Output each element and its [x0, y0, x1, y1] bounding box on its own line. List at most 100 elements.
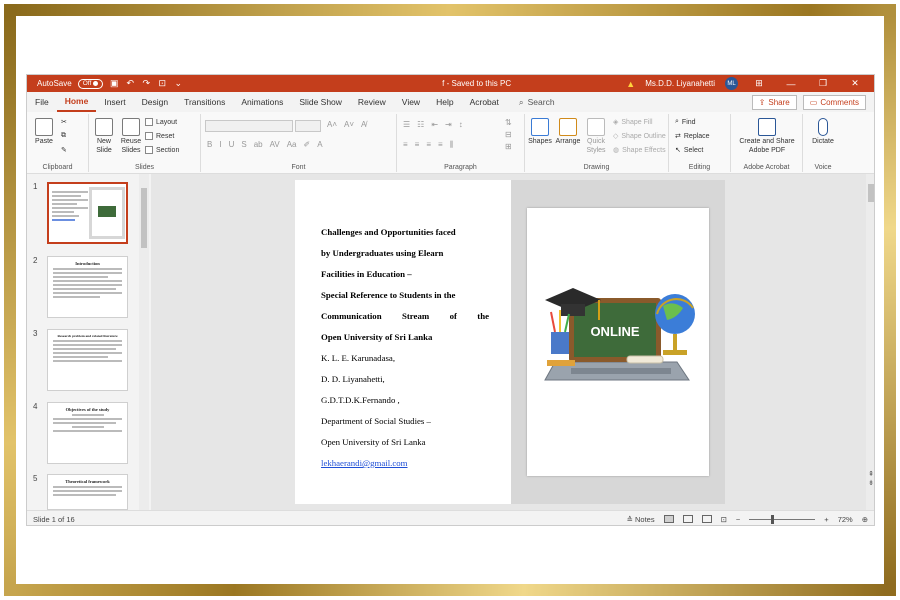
- slide-title-line: Communication Stream of the: [321, 311, 489, 321]
- shadow-icon[interactable]: ab: [254, 140, 263, 149]
- slide-sorter-icon[interactable]: [682, 515, 693, 523]
- redo-icon[interactable]: ↷: [141, 78, 151, 89]
- clear-format-icon[interactable]: A̸: [361, 120, 366, 129]
- line-spacing-icon[interactable]: ↕: [459, 120, 463, 129]
- restore-icon[interactable]: ❐: [812, 78, 834, 89]
- slide-thumbnail-4[interactable]: Objectives of the study: [47, 402, 128, 464]
- reading-view-icon[interactable]: [701, 515, 712, 523]
- search-box[interactable]: ⌕ Search: [519, 97, 555, 108]
- dictate-button[interactable]: Dictate: [807, 118, 839, 146]
- font-size-combo[interactable]: [295, 120, 321, 132]
- slide-text-box[interactable]: Challenges and Opportunities faced by Un…: [321, 222, 489, 474]
- reset-button[interactable]: Reset: [145, 132, 174, 140]
- underline-icon[interactable]: U: [229, 140, 235, 149]
- shape-fill-button[interactable]: ◈ Shape Fill: [613, 118, 653, 127]
- slide-thumbnail-1[interactable]: [47, 182, 128, 244]
- smartart-icon[interactable]: ⊞: [505, 142, 512, 151]
- tab-insert[interactable]: Insert: [96, 92, 133, 112]
- tab-home[interactable]: Home: [56, 92, 97, 112]
- grow-font-icon[interactable]: A˄: [327, 120, 337, 129]
- bold-icon[interactable]: B: [207, 140, 212, 149]
- arrange-button[interactable]: Arrange: [555, 118, 581, 146]
- comments-button[interactable]: ▭ Comments: [802, 94, 866, 110]
- thumbnail-scrollbar[interactable]: [139, 174, 149, 510]
- font-name-combo[interactable]: [205, 120, 293, 132]
- fit-slide-icon[interactable]: ⊕: [862, 515, 868, 524]
- tab-help[interactable]: Help: [428, 92, 461, 112]
- align-left-icon[interactable]: ≡: [403, 140, 408, 150]
- save-icon[interactable]: ▣: [109, 78, 119, 89]
- online-learning-image[interactable]: ONLINE: [527, 208, 709, 476]
- increase-indent-icon[interactable]: ⇥: [445, 120, 452, 129]
- align-center-icon[interactable]: ≡: [415, 140, 420, 150]
- undo-icon[interactable]: ↶: [125, 78, 135, 89]
- reuse-slides-button[interactable]: Reuse Slides: [119, 118, 143, 155]
- tab-view[interactable]: View: [394, 92, 428, 112]
- tab-review[interactable]: Review: [350, 92, 394, 112]
- tab-acrobat[interactable]: Acrobat: [462, 92, 507, 112]
- tab-design[interactable]: Design: [134, 92, 176, 112]
- present-icon[interactable]: ⊡: [157, 78, 167, 89]
- cut-icon[interactable]: ✂: [61, 118, 67, 126]
- highlight-icon[interactable]: ✐: [303, 140, 310, 149]
- slide-thumbnail-2[interactable]: Introduction: [47, 256, 128, 318]
- tab-transitions[interactable]: Transitions: [176, 92, 233, 112]
- previous-slide-icon[interactable]: ⇞: [868, 470, 874, 479]
- notes-button[interactable]: ≙ Notes: [627, 515, 655, 524]
- paste-button[interactable]: Paste: [31, 118, 57, 146]
- justify-icon[interactable]: ≡: [438, 140, 443, 150]
- tab-slide-show[interactable]: Slide Show: [291, 92, 350, 112]
- shrink-font-icon[interactable]: A˅: [344, 120, 354, 129]
- tab-file[interactable]: File: [27, 92, 57, 112]
- create-pdf-button[interactable]: Create and Share Adobe PDF: [735, 118, 799, 155]
- slide-thumbnail-5[interactable]: Theoretical framework: [47, 474, 128, 510]
- shape-outline-button[interactable]: ◇ Shape Outline: [613, 132, 666, 141]
- bullets-icon[interactable]: ☰: [403, 120, 410, 129]
- minimize-icon[interactable]: —: [780, 79, 802, 89]
- thumbnail-scroll-thumb[interactable]: [141, 188, 147, 248]
- next-slide-icon[interactable]: ⇟: [868, 479, 874, 488]
- close-icon[interactable]: ✕: [844, 78, 866, 89]
- shape-effects-button[interactable]: ◍ Shape Effects: [613, 146, 666, 155]
- tab-animations[interactable]: Animations: [233, 92, 291, 112]
- share-button[interactable]: ⇪ Share: [751, 94, 797, 110]
- spacing-icon[interactable]: AV: [270, 140, 280, 149]
- customize-qat-icon[interactable]: ⌄: [173, 78, 183, 89]
- select-button[interactable]: ↖ Select: [675, 146, 703, 155]
- replace-button[interactable]: ⇄ Replace: [675, 132, 710, 141]
- numbering-icon[interactable]: ☷: [417, 120, 424, 129]
- text-direction-icon[interactable]: ⇅: [505, 118, 512, 127]
- slide-thumbnail-3[interactable]: Research problem and related literature: [47, 329, 128, 391]
- strikethrough-icon[interactable]: S: [241, 140, 246, 149]
- format-painter-icon[interactable]: ✎: [61, 146, 67, 154]
- zoom-level[interactable]: 72%: [838, 515, 853, 524]
- zoom-slider-knob[interactable]: [771, 514, 775, 524]
- find-button[interactable]: ⌕ Find: [675, 118, 696, 126]
- zoom-in-icon[interactable]: +: [824, 515, 828, 524]
- shapes-button[interactable]: Shapes: [527, 118, 553, 146]
- autosave-toggle[interactable]: Off: [77, 78, 104, 89]
- align-text-icon[interactable]: ⊟: [505, 130, 512, 139]
- editor-scrollbar[interactable]: [866, 174, 874, 510]
- quick-styles-button[interactable]: Quick Styles: [583, 118, 609, 155]
- case-icon[interactable]: Aa: [287, 140, 297, 149]
- decrease-indent-icon[interactable]: ⇤: [431, 120, 438, 129]
- zoom-out-icon[interactable]: −: [736, 515, 740, 524]
- slideshow-icon[interactable]: ⊡: [721, 515, 727, 524]
- ribbon-display-icon[interactable]: ⊞: [748, 78, 770, 89]
- layout-button[interactable]: Layout: [145, 118, 177, 126]
- zoom-slider[interactable]: [749, 514, 816, 524]
- editor-scroll-thumb[interactable]: [868, 184, 874, 202]
- avatar[interactable]: ML: [725, 77, 738, 90]
- user-name[interactable]: Ms.D.D. Liyanahetti: [645, 79, 715, 88]
- font-color-icon[interactable]: A: [317, 140, 322, 149]
- section-button[interactable]: Section: [145, 146, 179, 154]
- copy-icon[interactable]: ⧉: [61, 132, 66, 140]
- email-link[interactable]: lekhaerandi@gmail.com: [321, 453, 489, 474]
- normal-view-icon[interactable]: [663, 515, 674, 523]
- current-slide[interactable]: Challenges and Opportunities faced by Un…: [295, 180, 725, 504]
- new-slide-button[interactable]: New Slide: [91, 118, 117, 155]
- italic-icon[interactable]: I: [219, 140, 221, 149]
- columns-icon[interactable]: ⫼: [450, 140, 454, 150]
- align-right-icon[interactable]: ≡: [426, 140, 431, 150]
